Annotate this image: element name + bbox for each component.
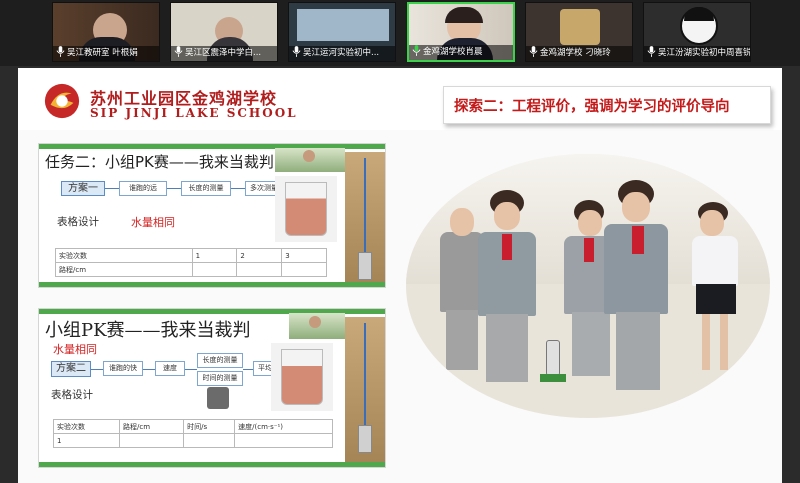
microphone-icon <box>56 46 65 57</box>
flow-main-box: 方案二 <box>51 361 91 377</box>
participant-tile[interactable]: 金鸡湖学校 刁晓玲 <box>525 2 633 62</box>
referee-photo <box>289 313 345 339</box>
flow-step: 长度的测量 <box>197 353 243 368</box>
table-cell: 路程/cm <box>55 262 193 277</box>
table-cell <box>281 262 327 277</box>
table-design-label: 表格设计 <box>57 216 99 228</box>
participant-label: 吴江教研室 叶根娟 <box>53 46 159 61</box>
participant-tile[interactable]: 吴江汾湖实验初中周喜锐 <box>643 2 751 62</box>
table-cell: 时间/s <box>183 419 236 434</box>
shared-slide: 苏州工业园区金鸡湖学校 SIP JINJI LAKE SCHOOL 探索二：工程… <box>18 68 782 483</box>
table-cell <box>118 433 185 448</box>
table-cell: 1 <box>53 433 120 448</box>
table-cell <box>234 433 333 448</box>
table-cell: 1 <box>191 248 238 263</box>
water-note: 水量相同 <box>53 343 97 356</box>
task-heading: 小组PK赛——我来当裁判 <box>45 320 251 341</box>
participant-tile[interactable]: 吴江教研室 叶根娟 <box>52 2 160 62</box>
inset-slide-plan-one: 任务二：小组PK赛——我来当裁判 方案一 谁跑的远 长度的测量 多次测量取平均值… <box>38 143 386 288</box>
table-cell: 实验次数 <box>53 419 120 434</box>
slide-header: 苏州工业园区金鸡湖学校 SIP JINJI LAKE SCHOOL 探索二：工程… <box>18 68 782 130</box>
flow-main-box: 方案一 <box>61 181 105 196</box>
table-design-label: 表格设计 <box>51 389 93 401</box>
flow-step: 谁跑的远 <box>119 181 167 196</box>
table-cell: 3 <box>281 248 327 263</box>
microphone-icon <box>529 46 538 57</box>
microphone-icon <box>412 45 421 56</box>
microphone-icon <box>292 46 301 57</box>
participant-tile-active-speaker[interactable]: 金鸡湖学校肖晨 <box>407 2 515 62</box>
data-table: 实验次数 路程/cm 时间/s 速度/(cm·s⁻¹) 1 <box>53 419 333 448</box>
flow-step: 时间的测量 <box>197 371 243 386</box>
stopwatch-icon <box>207 387 229 409</box>
beaker-photo <box>271 343 333 411</box>
table-cell <box>236 262 283 277</box>
participant-tile[interactable]: 吴江区震泽中学白... <box>170 2 278 62</box>
water-note: 水量相同 <box>131 216 175 229</box>
track-photo <box>345 152 385 284</box>
avatar <box>560 9 600 45</box>
table-cell: 实验次数 <box>55 248 193 263</box>
beaker-photo <box>275 176 337 242</box>
slide-title: 探索二：工程评价，强调为学习的评价导向 <box>454 99 730 115</box>
participant-label: 金鸡湖学校 刁晓玲 <box>526 46 632 61</box>
participant-label: 金鸡湖学校肖晨 <box>409 45 513 60</box>
task-heading: 任务二：小组PK赛——我来当裁判 <box>45 153 274 171</box>
slide-title-box: 探索二：工程评价，强调为学习的评价导向 <box>443 86 771 124</box>
inset-slide-plan-two: 小组PK赛——我来当裁判 水量相同 方案二 谁跑的快 速度 长度的测量 时间的测… <box>38 308 386 468</box>
table-cell <box>191 262 238 277</box>
data-table: 实验次数 1 2 3 路程/cm <box>55 248 327 277</box>
shared-screen-thumbnail <box>297 9 389 41</box>
table-cell: 路程/cm <box>118 419 185 434</box>
green-bar <box>39 282 385 287</box>
flow-step: 长度的测量 <box>181 181 231 196</box>
green-bar <box>39 462 385 467</box>
participant-label: 吴江区震泽中学白... <box>171 46 277 61</box>
participant-tile[interactable]: 吴江运河实验初中... <box>288 2 396 62</box>
participant-strip: 吴江教研室 叶根娟 吴江区震泽中学白... 吴江运河实验初中... 金鸡湖学校肖… <box>0 0 800 66</box>
microphone-icon <box>647 46 656 57</box>
school-logo-icon <box>44 83 80 119</box>
water-rocket-car <box>546 340 560 376</box>
school-name-en: SIP JINJI LAKE SCHOOL <box>90 106 298 120</box>
flow-step: 速度 <box>155 361 185 376</box>
students-photo <box>406 154 770 418</box>
participant-label: 吴江运河实验初中... <box>289 46 395 61</box>
referee-photo <box>275 148 345 172</box>
car-base <box>540 374 566 382</box>
table-cell <box>183 433 236 448</box>
table-cell: 2 <box>236 248 283 263</box>
flow-step: 谁跑的快 <box>103 361 143 376</box>
table-cell: 速度/(cm·s⁻¹) <box>234 419 333 434</box>
microphone-icon <box>174 46 183 57</box>
participant-label: 吴江汾湖实验初中周喜锐 <box>644 46 750 61</box>
track-photo <box>345 317 385 465</box>
